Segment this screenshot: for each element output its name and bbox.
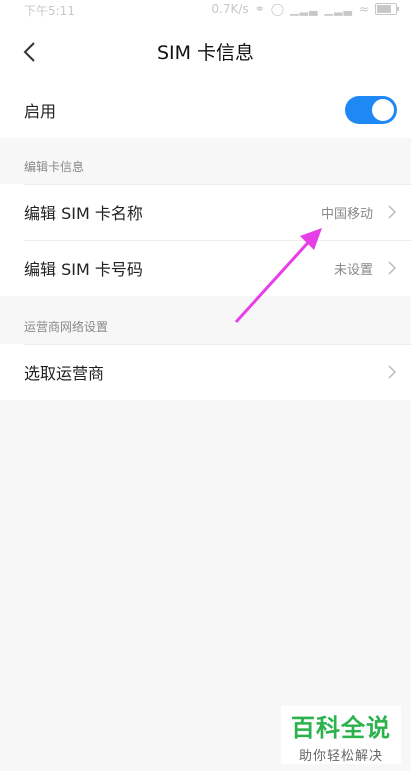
sim-name-label: 编辑 SIM 卡名称 bbox=[24, 204, 143, 223]
status-time: 下午5:11 bbox=[24, 4, 75, 18]
wifi-icon: ≈ bbox=[358, 2, 369, 16]
list-item-sim-number[interactable]: 编辑 SIM 卡号码 未设置 bbox=[0, 240, 411, 296]
enable-row[interactable]: 启用 bbox=[0, 82, 411, 138]
list-item-select-carrier[interactable]: 选取运营商 bbox=[0, 344, 411, 400]
chevron-right-icon bbox=[388, 205, 397, 219]
status-icons: 0.7K/s ⚭ ◯ ▁▂▃ ▁▂▃ ≈ bbox=[211, 2, 399, 16]
watermark-title: 百科全说 bbox=[291, 714, 391, 742]
chevron-right-icon bbox=[388, 261, 397, 275]
sim-number-value: 未设置 bbox=[333, 262, 373, 278]
list-item-sim-name[interactable]: 编辑 SIM 卡名称 中国移动 bbox=[0, 184, 411, 240]
watermark-subtitle: 助你轻松解决 bbox=[298, 749, 383, 764]
chevron-right-icon bbox=[388, 365, 397, 379]
toggle-knob bbox=[372, 99, 394, 121]
select-carrier-label: 选取运营商 bbox=[24, 364, 105, 383]
alarm-icon: ◯ bbox=[270, 2, 285, 16]
section-heading-edit: 编辑卡信息 bbox=[24, 160, 85, 174]
headphone-icon: ⚭ bbox=[254, 2, 265, 16]
enable-label: 启用 bbox=[24, 102, 57, 121]
enable-toggle[interactable] bbox=[345, 96, 397, 124]
edit-card: 编辑 SIM 卡名称 中国移动 编辑 SIM 卡号码 未设置 bbox=[0, 184, 411, 296]
watermark-logo: 百科全说 助你轻松解决 bbox=[281, 706, 401, 764]
status-bar: 下午5:11 0.7K/s ⚭ ◯ ▁▂▃ ▁▂▃ ≈ bbox=[0, 0, 411, 18]
battery-icon bbox=[375, 3, 399, 15]
signal-icon: ▁▂▃ bbox=[290, 2, 319, 16]
network-speed: 0.7K/s bbox=[211, 2, 249, 16]
section-heading-carrier: 运营商网络设置 bbox=[24, 320, 109, 334]
sim-name-value: 中国移动 bbox=[320, 206, 373, 222]
page-title: SIM 卡信息 bbox=[156, 42, 255, 64]
sim-number-label: 编辑 SIM 卡号码 bbox=[24, 260, 143, 279]
enable-card: 启用 bbox=[0, 82, 411, 138]
header: SIM 卡信息 bbox=[0, 18, 411, 82]
annotation-arrow-icon bbox=[234, 228, 322, 324]
signal-icon-2: ▁▂▃ bbox=[324, 2, 353, 16]
carrier-card: 选取运营商 bbox=[0, 344, 411, 400]
